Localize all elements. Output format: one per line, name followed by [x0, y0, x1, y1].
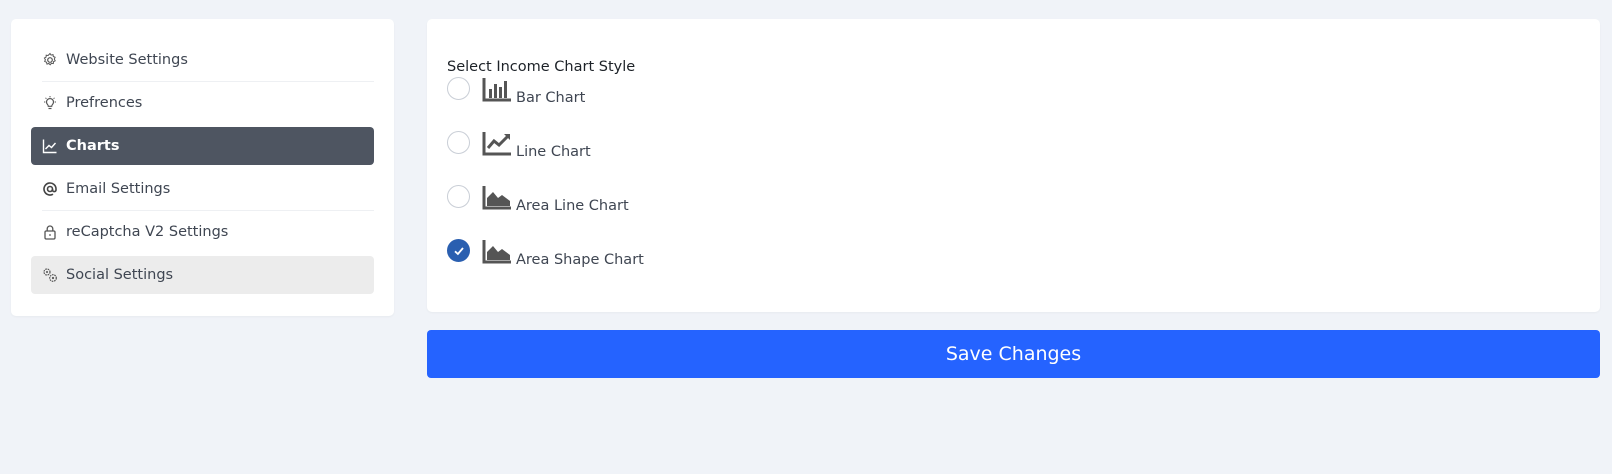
sidebar-item-charts[interactable]: Charts	[31, 127, 374, 165]
sidebar-item-email-settings[interactable]: Email Settings	[31, 170, 374, 211]
option-label: Area Line Chart	[516, 198, 629, 214]
area-chart-icon	[482, 186, 511, 210]
sidebar-item-social-settings[interactable]: Social Settings	[31, 256, 374, 294]
bar-chart-icon	[482, 78, 511, 102]
lock-icon	[42, 224, 58, 240]
sidebar-item-label: Email Settings	[66, 181, 171, 197]
sidebar-item-website-settings[interactable]: Website Settings	[31, 41, 374, 82]
sidebar-item-label: reCaptcha V2 Settings	[66, 224, 229, 240]
settings-sidebar: Website Settings Prefrences Charts Email…	[11, 19, 394, 316]
option-bar-chart[interactable]: Bar Chart	[447, 77, 585, 106]
option-label: Area Shape Chart	[516, 252, 644, 268]
option-area-line-chart[interactable]: Area Line Chart	[447, 185, 629, 214]
checkmark-icon	[453, 246, 464, 255]
bar-chart-radio[interactable]	[447, 77, 470, 100]
sidebar-item-label: Prefrences	[66, 95, 143, 111]
area-shape-chart-radio[interactable]	[447, 239, 470, 262]
line-chart-icon	[482, 132, 511, 156]
line-chart-icon	[42, 138, 58, 154]
gears-icon	[42, 267, 58, 283]
area-chart-icon	[482, 240, 511, 264]
panel-title: Select Income Chart Style	[447, 59, 636, 75]
option-label: Bar Chart	[516, 90, 586, 106]
sidebar-item-label: Website Settings	[66, 52, 188, 68]
lightbulb-icon	[42, 95, 58, 111]
gear-icon	[42, 52, 58, 68]
area-line-chart-radio[interactable]	[447, 185, 470, 208]
option-area-shape-chart[interactable]: Area Shape Chart	[447, 239, 644, 268]
chart-style-panel: Select Income Chart Style Bar Chart Line…	[427, 19, 1600, 312]
at-sign-icon	[42, 181, 58, 197]
sidebar-item-preferences[interactable]: Prefrences	[31, 84, 374, 122]
sidebar-item-recaptcha-settings[interactable]: reCaptcha V2 Settings	[31, 213, 374, 251]
line-chart-radio[interactable]	[447, 131, 470, 154]
option-line-chart[interactable]: Line Chart	[447, 131, 591, 160]
sidebar-item-label: Charts	[66, 138, 120, 154]
sidebar-item-label: Social Settings	[66, 267, 174, 283]
save-changes-button[interactable]: Save Changes	[427, 330, 1600, 378]
option-label: Line Chart	[516, 144, 591, 160]
